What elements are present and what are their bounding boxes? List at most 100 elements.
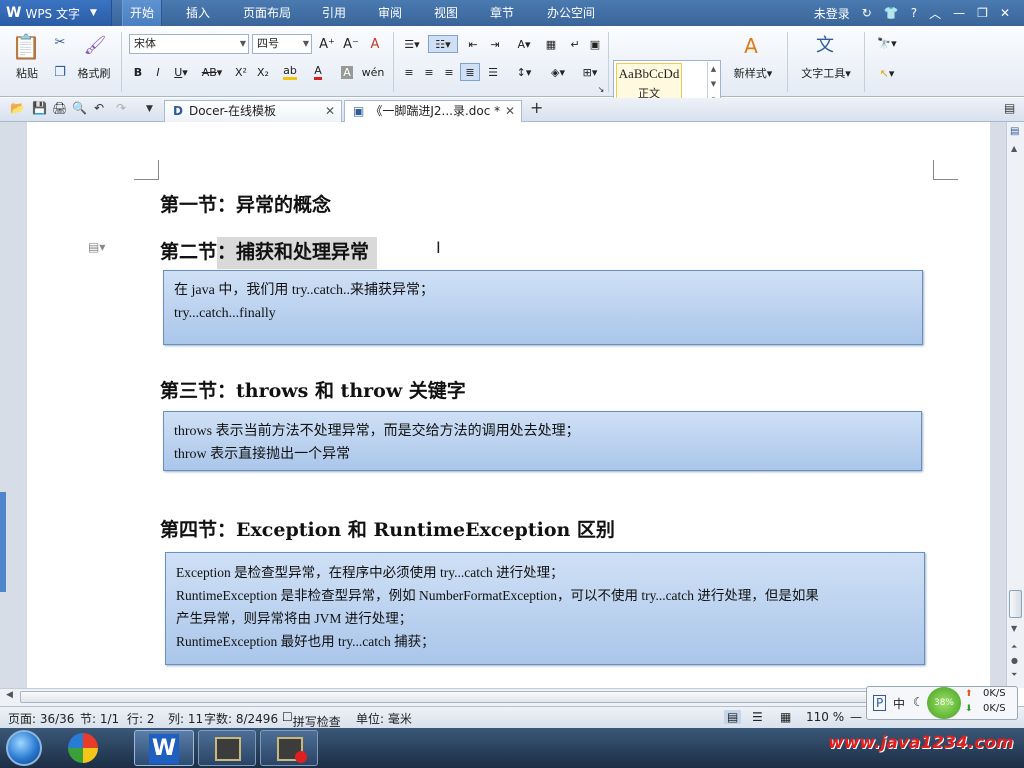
spell-check-toggle[interactable]: ☐ 拼写检查 bbox=[282, 710, 341, 729]
show-marks-icon[interactable]: ↵ bbox=[566, 35, 584, 53]
taskbar-app-wps[interactable]: W bbox=[134, 730, 194, 766]
cut-icon[interactable]: ✂ bbox=[52, 34, 68, 50]
font-name-select[interactable]: 宋体 ▼ bbox=[129, 34, 249, 54]
minimize-icon[interactable]: — bbox=[953, 6, 965, 20]
undo-icon[interactable]: ↶ bbox=[94, 101, 104, 115]
zoom-level[interactable]: 110 % bbox=[806, 710, 844, 724]
border-options-icon[interactable]: ⊞▾ bbox=[576, 63, 604, 81]
taskbar-app-1[interactable] bbox=[198, 730, 256, 766]
chevron-down-icon[interactable]: ▼ bbox=[146, 104, 153, 114]
justify-icon[interactable]: ≣ bbox=[460, 63, 480, 81]
tab-review[interactable]: 审阅 bbox=[370, 0, 410, 26]
taskbar-app-2[interactable] bbox=[260, 730, 318, 766]
page-view-icon[interactable]: ▤ bbox=[724, 710, 742, 724]
horizontal-scroll-thumb[interactable] bbox=[20, 691, 918, 703]
underline-icon[interactable]: U ▾ bbox=[170, 63, 192, 81]
close-tab-icon[interactable]: ✕ bbox=[505, 101, 515, 121]
font-size-select[interactable]: 四号 ▼ bbox=[252, 34, 312, 54]
copy-icon[interactable]: ❐ bbox=[52, 64, 68, 80]
save-icon[interactable]: 💾 bbox=[32, 101, 47, 115]
vertical-scroll-thumb[interactable] bbox=[1009, 590, 1022, 618]
prev-page-icon[interactable]: ⏶ bbox=[1011, 642, 1017, 652]
scroll-down-icon[interactable]: ▼ bbox=[1011, 624, 1017, 633]
tab-insert[interactable]: 插入 bbox=[178, 0, 218, 26]
paste-button[interactable]: 粘贴 bbox=[8, 64, 46, 82]
new-tab-icon[interactable]: + bbox=[530, 98, 543, 117]
align-right-icon[interactable]: ≡ bbox=[440, 63, 458, 81]
taskbar-app-360[interactable] bbox=[58, 730, 112, 766]
text-direction-icon[interactable]: A▾ bbox=[510, 35, 538, 53]
zoom-out-icon[interactable]: — bbox=[850, 710, 862, 724]
document-canvas[interactable]: 第一节：异常的概念 ▤▾ 第二节：捕获和处理异常 I 在 java 中，我们用 … bbox=[0, 122, 1006, 688]
decrease-indent-icon[interactable]: ⇤ bbox=[464, 35, 482, 53]
tab-references[interactable]: 引用 bbox=[314, 0, 354, 26]
tab-docer-templates[interactable]: D Docer-在线模板 ✕ bbox=[164, 100, 342, 122]
print-preview-icon[interactable]: 🔍 bbox=[72, 101, 87, 115]
superscript-icon[interactable]: X² bbox=[232, 63, 250, 81]
scroll-up-icon[interactable]: ▲ bbox=[1011, 144, 1017, 153]
horizontal-scrollbar[interactable]: ◀ bbox=[0, 688, 1006, 706]
bold-icon[interactable]: B bbox=[130, 63, 146, 81]
tab-chapter[interactable]: 章节 bbox=[482, 0, 522, 26]
sync-icon[interactable]: ↻ bbox=[862, 6, 872, 20]
select-icon[interactable]: ↖ ▾ bbox=[872, 64, 902, 82]
highlight-icon[interactable]: ab bbox=[278, 63, 302, 81]
nav-icon[interactable]: ▤ bbox=[1010, 126, 1019, 137]
paragraph-dialog-icon[interactable]: ↘ bbox=[596, 84, 606, 94]
distributed-icon[interactable]: ☰ bbox=[484, 63, 502, 81]
phonetic-icon[interactable]: wén bbox=[360, 63, 386, 81]
tab-view[interactable]: 视图 bbox=[426, 0, 466, 26]
ime-icon[interactable]: P bbox=[873, 695, 887, 711]
ime-mode[interactable]: 中 bbox=[893, 695, 905, 712]
tab-menu-icon[interactable]: ▤ bbox=[1004, 101, 1015, 115]
open-icon[interactable]: 📂 bbox=[10, 101, 25, 115]
line-spacing-icon[interactable]: ↕▾ bbox=[510, 63, 538, 81]
italic-icon[interactable]: I bbox=[150, 63, 166, 81]
find-replace-icon[interactable]: 🔭▾ bbox=[872, 34, 902, 52]
close-icon[interactable]: ✕ bbox=[1000, 6, 1010, 20]
memory-gauge[interactable]: 38% bbox=[927, 687, 961, 719]
text-tools-button[interactable]: 文字工具 ▾ bbox=[794, 64, 858, 82]
tab-home[interactable]: 开始 bbox=[122, 0, 162, 26]
align-center-icon[interactable]: ≡ bbox=[420, 63, 438, 81]
bullet-list-icon[interactable]: ☰▾ bbox=[400, 35, 424, 53]
print-icon[interactable]: 🖨 bbox=[52, 101, 67, 115]
align-left-icon[interactable]: ≡ bbox=[400, 63, 418, 81]
char-shading-icon[interactable]: A bbox=[338, 63, 356, 81]
numbered-list-icon[interactable]: ☷▾ bbox=[428, 35, 458, 53]
vertical-scrollbar[interactable]: ▤ ▲ ▼ ⏶ ● ⏷ bbox=[1006, 122, 1024, 688]
shrink-font-icon[interactable]: A⁻ bbox=[342, 35, 360, 53]
table-icon[interactable]: ▦ bbox=[542, 35, 560, 53]
format-painter-button[interactable]: 格式刷 bbox=[74, 64, 114, 82]
start-button[interactable] bbox=[6, 730, 42, 766]
app-menu-button[interactable]: W WPS 文字 ▼ bbox=[0, 0, 112, 26]
next-page-icon[interactable]: ⏷ bbox=[1011, 670, 1017, 680]
new-style-icon[interactable]: A bbox=[736, 32, 766, 60]
select-browse-icon[interactable]: ● bbox=[1011, 656, 1018, 665]
font-color-icon[interactable]: A bbox=[306, 63, 330, 81]
side-panel-handle[interactable] bbox=[0, 492, 6, 592]
scroll-left-icon[interactable]: ◀ bbox=[6, 690, 13, 700]
redo-icon[interactable]: ↷ bbox=[116, 101, 126, 115]
tab-office-space[interactable]: 办公空间 bbox=[540, 0, 602, 26]
clear-format-icon[interactable]: A bbox=[366, 35, 384, 53]
outline-view-icon[interactable]: ☰ bbox=[752, 710, 763, 724]
restore-icon[interactable]: ❐ bbox=[977, 6, 988, 20]
subscript-icon[interactable]: X₂ bbox=[254, 63, 272, 81]
tab-page-layout[interactable]: 页面布局 bbox=[236, 0, 298, 26]
close-tab-icon[interactable]: ✕ bbox=[325, 101, 335, 121]
new-style-button[interactable]: 新样式 ▾ bbox=[726, 64, 780, 82]
moon-icon[interactable]: ☾ bbox=[913, 695, 924, 709]
tab-current-document[interactable]: ▣ 《一脚踹进J2...录.doc * ✕ bbox=[344, 100, 522, 122]
format-painter-icon[interactable]: 🖌 bbox=[82, 32, 108, 60]
web-view-icon[interactable]: ▦ bbox=[780, 710, 791, 724]
help-icon[interactable]: ? bbox=[911, 6, 917, 20]
border-icon[interactable]: ▣ bbox=[586, 35, 604, 53]
login-link[interactable]: 未登录 bbox=[814, 5, 850, 22]
document-page[interactable]: 第一节：异常的概念 ▤▾ 第二节：捕获和处理异常 I 在 java 中，我们用 … bbox=[27, 122, 990, 688]
strikethrough-icon[interactable]: AB ▾ bbox=[198, 63, 226, 81]
grow-font-icon[interactable]: A⁺ bbox=[318, 35, 336, 53]
increase-indent-icon[interactable]: ⇥ bbox=[486, 35, 504, 53]
status-words[interactable]: 字数: 8/2496 bbox=[204, 710, 278, 727]
skin-icon[interactable]: 👕 bbox=[884, 6, 899, 20]
